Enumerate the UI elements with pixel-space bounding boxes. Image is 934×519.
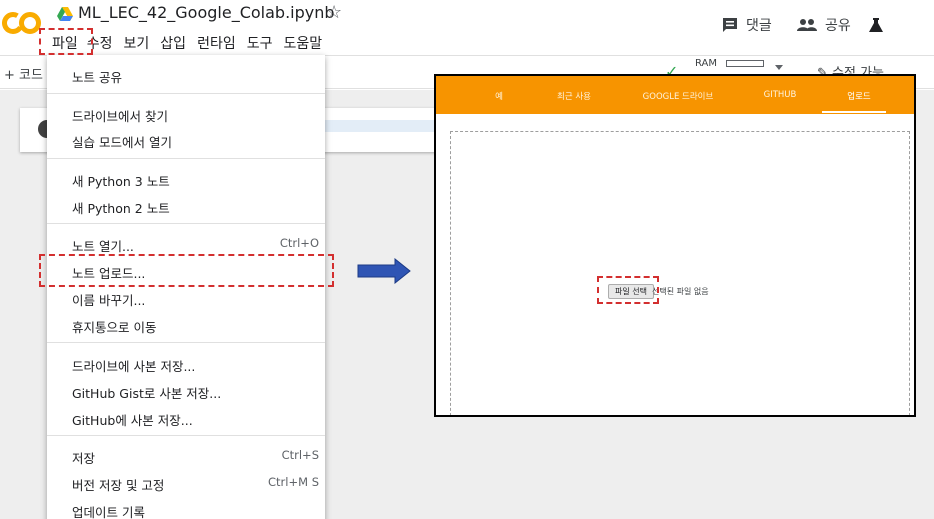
menu-item-save[interactable]: 저장 Ctrl+S (47, 444, 325, 468)
menu-item-label: 드라이브에 사본 저장... (72, 359, 196, 374)
annotation-file-menu (39, 28, 93, 55)
tab-recent[interactable]: 최근 사용 (557, 90, 591, 102)
menu-insert[interactable]: 삽입 (160, 33, 186, 53)
menu-divider (47, 93, 325, 94)
menu-item-label: 노트 열기... (72, 239, 134, 254)
menu-item-open-playground[interactable]: 실습 모드에서 열기 (47, 128, 325, 152)
google-drive-icon[interactable] (57, 6, 73, 21)
ram-label: RAM (695, 58, 718, 69)
no-file-selected-text: 선택된 파일 없음 (652, 287, 709, 296)
menu-item-share-note[interactable]: 노트 공유 (47, 63, 325, 87)
annotation-choose-file (597, 276, 659, 304)
comment-icon (723, 18, 737, 32)
tab-google-drive[interactable]: GOOGLE 드라이브 (643, 90, 714, 102)
menu-item-save-copy-gist[interactable]: GitHub Gist로 사본 저장... (47, 379, 325, 403)
menu-view[interactable]: 보기 (124, 33, 150, 53)
notebook-title[interactable]: ML_LEC_42_Google_Colab.ipynb (78, 3, 335, 22)
menu-item-shortcut: Ctrl+S (281, 448, 319, 462)
labs-button[interactable] (868, 14, 892, 36)
menu-item-label: 이름 바꾸기... (72, 293, 146, 308)
menu-runtime[interactable]: 런타임 (197, 33, 236, 53)
add-code-button[interactable]: + 코드 (4, 64, 43, 83)
tab-github[interactable]: GITHUB (764, 90, 797, 100)
chevron-down-icon[interactable] (775, 65, 783, 70)
menu-item-open-notebook[interactable]: 노트 열기... Ctrl+O (47, 232, 325, 256)
tab-examples[interactable]: 예 (495, 90, 503, 102)
people-icon (797, 19, 817, 31)
ram-meter[interactable] (726, 60, 764, 67)
menu-item-label: GitHub Gist로 사본 저장... (72, 386, 222, 401)
share-label: 공유 (825, 18, 851, 34)
right-arrow-icon (357, 258, 411, 284)
star-icon[interactable]: ☆ (326, 2, 342, 23)
menu-divider (47, 223, 325, 224)
file-menu: 노트 공유 드라이브에서 찾기 실습 모드에서 열기 새 Python 3 노트… (47, 55, 325, 519)
comment-label: 댓글 (746, 18, 772, 34)
menubar: 파일 수정 보기 삽입 런타임 도구 도움말 (52, 33, 333, 53)
dialog-tabbar: 예 최근 사용 GOOGLE 드라이브 GITHUB 업로드 (436, 76, 914, 114)
upload-dialog: 예 최근 사용 GOOGLE 드라이브 GITHUB 업로드 파일 선택 선택된… (434, 74, 916, 417)
comment-button[interactable]: 댓글 (722, 14, 772, 36)
menu-item-revision-history[interactable]: 업데이트 기록 (47, 498, 325, 519)
menu-item-label: 드라이브에서 찾기 (72, 109, 168, 124)
menu-item-rename[interactable]: 이름 바꾸기... (47, 286, 325, 310)
annotation-upload-item (39, 254, 334, 287)
colab-logo-icon (2, 12, 41, 34)
menu-item-label: 업데이트 기록 (72, 505, 145, 519)
menu-item-new-python2[interactable]: 새 Python 2 노트 (47, 194, 325, 218)
menu-item-save-copy-drive[interactable]: 드라이브에 사본 저장... (47, 352, 325, 376)
colab-logo[interactable] (2, 10, 42, 36)
share-button[interactable]: 공유 (797, 14, 851, 36)
menu-item-shortcut: Ctrl+O (279, 236, 319, 250)
menu-item-label: 실습 모드에서 열기 (72, 135, 172, 150)
menu-item-save-and-pin[interactable]: 버전 저장 및 고정 Ctrl+M S (47, 471, 325, 495)
active-tab-indicator (822, 111, 886, 113)
flask-icon (869, 18, 883, 32)
menu-item-label: 노트 공유 (72, 70, 122, 85)
menu-help[interactable]: 도움말 (283, 33, 322, 53)
menu-item-move-to-trash[interactable]: 휴지통으로 이동 (47, 313, 325, 337)
menu-item-save-copy-github[interactable]: GitHub에 사본 저장... (47, 406, 325, 430)
menu-item-label: 휴지통으로 이동 (72, 320, 157, 335)
menu-divider (47, 342, 325, 343)
tab-upload[interactable]: 업로드 (847, 90, 870, 102)
upload-dropzone[interactable] (450, 131, 910, 415)
menu-tools[interactable]: 도구 (247, 33, 273, 53)
menu-item-label: 버전 저장 및 고정 (72, 478, 165, 493)
menu-divider (47, 435, 325, 436)
menu-item-shortcut: Ctrl+M S (268, 475, 319, 489)
menu-item-label: GitHub에 사본 저장... (72, 413, 193, 428)
menu-item-label: 새 Python 2 노트 (72, 201, 170, 216)
menu-item-new-python3[interactable]: 새 Python 3 노트 (47, 167, 325, 191)
menu-divider (47, 158, 325, 159)
menu-item-label: 새 Python 3 노트 (72, 174, 170, 189)
menu-item-find-in-drive[interactable]: 드라이브에서 찾기 (47, 102, 325, 126)
menu-item-label: 저장 (72, 451, 96, 466)
